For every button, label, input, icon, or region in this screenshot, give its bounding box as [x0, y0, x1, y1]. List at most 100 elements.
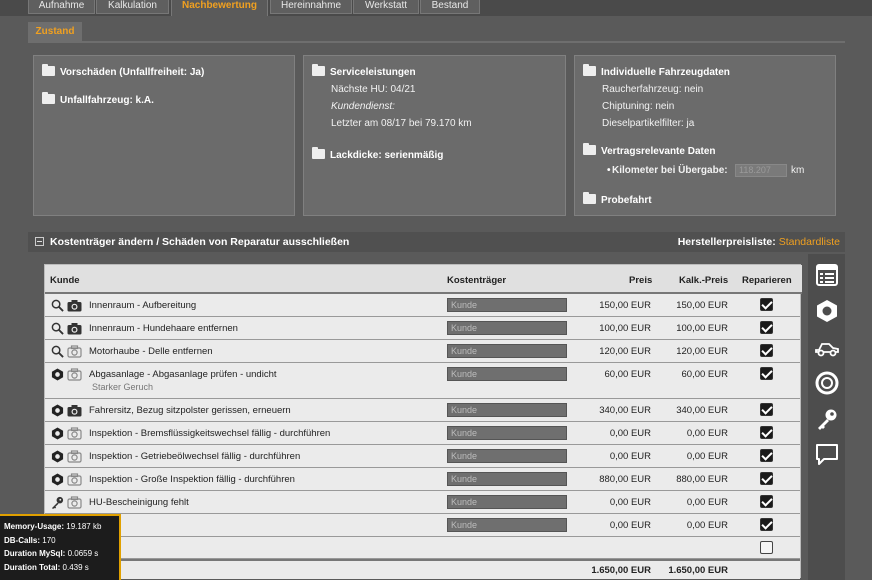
car-side-icon[interactable]: [815, 335, 839, 359]
reparieren-checkbox[interactable]: [760, 518, 773, 531]
table-row: Motorhaube - Delle entfernen Kunde 120,00 …: [45, 340, 800, 363]
heading-serviceleistungen[interactable]: Serviceleistungen: [312, 64, 416, 78]
camera-outline-icon[interactable]: [67, 496, 82, 509]
sub-tab-bar: Zustand: [28, 22, 845, 43]
debug-duration-total: Duration Total: 0.439 s: [4, 562, 89, 572]
search-icon[interactable]: [51, 322, 64, 335]
kostentraeger-select[interactable]: Kunde: [447, 321, 567, 335]
table-row: Innenraum - Aufbereitung Kunde 150,00 EUR 1…: [45, 294, 800, 317]
camera-outline-icon[interactable]: [67, 473, 82, 486]
reparieren-checkbox[interactable]: [760, 472, 773, 485]
reparieren-checkbox[interactable]: [760, 344, 773, 357]
row-preis: 0,00 EUR: [609, 428, 651, 439]
kostentraeger-select[interactable]: Kunde: [447, 495, 567, 509]
tab-kalkulation[interactable]: Kalkulation: [96, 0, 169, 14]
heading-probefahrt[interactable]: Probefahrt: [583, 192, 652, 206]
section-header: Kostenträger ändern / Schäden von Repara…: [28, 232, 845, 252]
folder-icon: [583, 64, 596, 76]
kostentraeger-select[interactable]: Kunde: [447, 518, 567, 532]
heading-vertragsdaten[interactable]: Vertragsrelevante Daten: [583, 143, 716, 157]
table-row: [45, 537, 800, 559]
hex-nut-icon[interactable]: [51, 368, 64, 381]
kostentraeger-select[interactable]: Kunde: [447, 344, 567, 358]
heading-lackdicke[interactable]: Lackdicke: serienmäßig: [312, 147, 443, 161]
header-kostentraeger: Kostenträger: [447, 275, 507, 286]
row-kalk-preis: 880,00 EUR: [676, 474, 728, 485]
row-label: Inspektion - Große Inspektion fällig - d…: [89, 474, 295, 485]
camera-outline-icon[interactable]: [67, 427, 82, 440]
chat-icon[interactable]: [815, 442, 839, 466]
reparieren-checkbox[interactable]: [760, 426, 773, 439]
repair-table: Kunde Kostenträger Preis Kalk.-Preis Rep…: [44, 264, 802, 579]
tab-werkstatt[interactable]: Werkstatt: [353, 0, 419, 14]
table-row: Inspektion - Große Inspektion fällig - d…: [45, 468, 800, 491]
tab-hereinnahme[interactable]: Hereinnahme: [270, 0, 352, 14]
total-preis: 1.650,00 EUR: [591, 565, 651, 576]
tab-zustand[interactable]: Zustand: [28, 22, 82, 42]
tire-icon[interactable]: [815, 371, 839, 395]
tab-aufnahme[interactable]: Aufnahme: [28, 0, 95, 14]
camera-icon[interactable]: [67, 299, 82, 312]
row-preis: 120,00 EUR: [599, 346, 651, 357]
hex-nut-icon[interactable]: [51, 427, 64, 440]
kostentraeger-select[interactable]: Kunde: [447, 426, 567, 440]
heading-fahrzeugdaten[interactable]: Individuelle Fahrzeugdaten: [583, 64, 730, 78]
sub-tab-divider: [28, 41, 845, 43]
reparieren-checkbox[interactable]: [760, 367, 773, 380]
row-kalk-preis: 340,00 EUR: [676, 405, 728, 416]
header-preis: Preis: [629, 275, 653, 286]
key-icon[interactable]: [815, 407, 839, 431]
panel-vorschaeden: Vorschäden (Unfallfreiheit: Ja) Unfallfa…: [33, 55, 295, 216]
row-label: Innenraum - Hundehaare entfernen: [89, 323, 238, 334]
letzter-service: Letzter am 08/17 bei 79.170 km: [331, 118, 472, 129]
km-input[interactable]: 118.207: [735, 164, 787, 177]
key-icon[interactable]: [51, 496, 64, 509]
row-preis: 0,00 EUR: [609, 497, 651, 508]
heading-unfallfahrzeug[interactable]: Unfallfahrzeug: k.A.: [42, 92, 154, 106]
row-preis: 0,00 EUR: [609, 520, 651, 531]
kostentraeger-select[interactable]: Kunde: [447, 472, 567, 486]
kundendienst-label: Kundendienst:: [331, 101, 395, 112]
camera-outline-icon[interactable]: [67, 345, 82, 358]
hex-nut-icon[interactable]: [51, 404, 64, 417]
heading-vorschaeden[interactable]: Vorschäden (Unfallfreiheit: Ja): [42, 64, 204, 78]
list-icon[interactable]: [815, 263, 839, 287]
camera-icon[interactable]: [67, 322, 82, 335]
row-kalk-preis: 150,00 EUR: [676, 300, 728, 311]
standardliste-link[interactable]: Standardliste: [779, 236, 840, 248]
hex-nut-icon[interactable]: [51, 450, 64, 463]
folder-icon: [312, 147, 325, 159]
kostentraeger-select[interactable]: Kunde: [447, 449, 567, 463]
tab-nachbewertung[interactable]: Nachbewertung: [171, 0, 268, 16]
row-label: Motorhaube - Delle entfernen: [89, 346, 213, 357]
reparieren-checkbox[interactable]: [760, 321, 773, 334]
hex-nut-icon[interactable]: [815, 299, 839, 323]
camera-outline-icon[interactable]: [67, 450, 82, 463]
folder-icon: [42, 64, 55, 76]
reparieren-checkbox[interactable]: [760, 403, 773, 416]
header-reparieren: Reparieren: [742, 275, 792, 286]
kostentraeger-select[interactable]: Kunde: [447, 403, 567, 417]
kostentraeger-select[interactable]: Kunde: [447, 298, 567, 312]
search-icon[interactable]: [51, 345, 64, 358]
row-sublabel: Starker Geruch: [92, 382, 154, 392]
reparieren-checkbox[interactable]: [760, 449, 773, 462]
collapse-icon[interactable]: [35, 237, 44, 246]
reparieren-checkbox[interactable]: [760, 541, 773, 554]
hex-nut-icon[interactable]: [51, 473, 64, 486]
reparieren-checkbox[interactable]: [760, 298, 773, 311]
main-tab-bar: Aufnahme Kalkulation Nachbewertung Herei…: [0, 0, 872, 16]
row-preis: 340,00 EUR: [599, 405, 651, 416]
row-preis: 880,00 EUR: [599, 474, 651, 485]
kostentraeger-select[interactable]: Kunde: [447, 367, 567, 381]
table-row: ug fehltKunde0,00 EUR0,00 EUR: [45, 514, 800, 537]
tab-bestand[interactable]: Bestand: [420, 0, 480, 14]
camera-outline-icon[interactable]: [67, 368, 82, 381]
table-row: Inspektion - Getriebeölwechsel fällig - …: [45, 445, 800, 468]
reparieren-checkbox[interactable]: [760, 495, 773, 508]
right-toolbar: [808, 254, 845, 580]
table-row: HU-Bescheinigung fehlt Kunde 0,00 EUR 0,00 …: [45, 491, 800, 514]
camera-icon[interactable]: [67, 404, 82, 417]
row-kalk-preis: 60,00 EUR: [681, 369, 728, 380]
search-icon[interactable]: [51, 299, 64, 312]
